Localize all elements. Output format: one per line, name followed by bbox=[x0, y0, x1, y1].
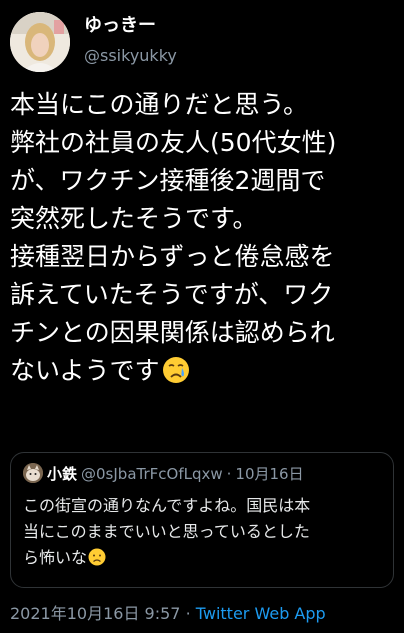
quoted-tweet-text: この街宣の通りなんですよね。国民は本 当にこのままでいいと思っているとした ら怖… bbox=[23, 493, 385, 571]
tweet-line: 弊社の社員の友人(50代女性) bbox=[10, 128, 337, 157]
source-app-link[interactable]: Twitter Web App bbox=[196, 604, 326, 623]
quoted-tweet-line-last: ら怖いな bbox=[23, 545, 385, 571]
tweet-line: 本当にこの通りだと思う。 bbox=[10, 90, 309, 119]
tweet-header: ゆっきー @ssikyukky bbox=[10, 12, 394, 72]
tweet-line-last: ないようです bbox=[10, 352, 400, 390]
tweet-line: が、ワクチン接種後2週間で bbox=[10, 166, 326, 195]
meta-separator: · bbox=[226, 465, 232, 483]
tweet-footer: 2021年10月16日 9:57 · Twitter Web App bbox=[10, 600, 326, 624]
author-avatar[interactable] bbox=[10, 12, 70, 72]
quoted-author-name[interactable]: 小鉄 bbox=[47, 465, 77, 483]
worried-face-emoji-icon bbox=[88, 548, 106, 566]
tweet-text: 本当にこの通りだと思う。 弊社の社員の友人(50代女性) が、ワクチン接種後2週… bbox=[10, 86, 400, 390]
author-display-name[interactable]: ゆっきー bbox=[84, 14, 177, 38]
tweet-line: 訴えていたそうですが、ワク bbox=[10, 280, 334, 309]
crying-face-emoji-icon bbox=[162, 356, 190, 384]
quoted-tweet-line: 当にこのままでいいと思っているとした bbox=[23, 522, 310, 541]
meta-separator: · bbox=[185, 604, 191, 623]
tweet-timestamp[interactable]: 2021年10月16日 9:57 bbox=[10, 604, 180, 623]
quoted-author-handle[interactable]: @0sJbaTrFcOfLqxw bbox=[81, 465, 223, 483]
quoted-tweet-header: 小鉄 @0sJbaTrFcOfLqxw · 10月16日 bbox=[23, 463, 389, 485]
tweet-line: 突然死したそうです。 bbox=[10, 204, 258, 233]
quoted-tweet-line: この街宣の通りなんですよね。国民は本 bbox=[23, 496, 311, 515]
cat-avatar-icon bbox=[23, 463, 43, 483]
quoted-author-avatar[interactable] bbox=[23, 463, 43, 483]
quoted-tweet-line: ら怖いな bbox=[23, 548, 88, 567]
tweet-line: 接種翌日からずっと倦怠感を bbox=[10, 242, 335, 271]
tweet-line: ないようです bbox=[10, 356, 160, 385]
profile-photo-avatar-icon bbox=[10, 12, 70, 72]
quoted-tweet[interactable]: 小鉄 @0sJbaTrFcOfLqxw · 10月16日 この街宣の通りなんですよね。… bbox=[10, 452, 394, 588]
author-handle[interactable]: @ssikyukky bbox=[84, 44, 177, 68]
tweet-line: チンとの因果関係は認められ bbox=[10, 318, 335, 347]
quoted-tweet-date[interactable]: 10月16日 bbox=[235, 465, 303, 483]
